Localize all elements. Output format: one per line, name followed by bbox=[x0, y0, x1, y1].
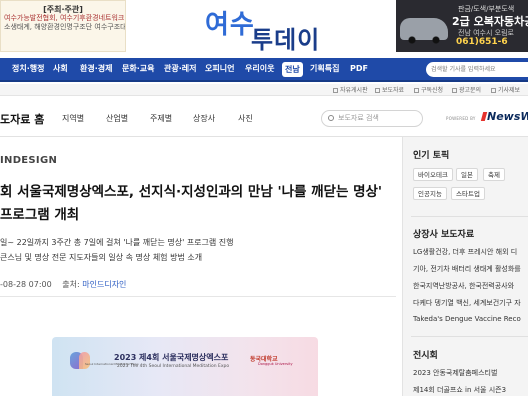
press-list-item[interactable]: LG생활건강, 더후 프레시안 해외 디 bbox=[413, 247, 517, 257]
popular-topics-heading: 인기 토픽 bbox=[413, 151, 450, 161]
utility-bar: 자유게시판 보도자료 구독신청 광고문의 기사제보 bbox=[0, 84, 528, 96]
poster-organizer-en: Dongguk University bbox=[258, 362, 293, 366]
util-label: 구독신청 bbox=[421, 87, 444, 94]
company-brand-logo: INDESIGN bbox=[0, 155, 58, 166]
press-list-item[interactable]: Takeda's Dengue Vaccine Reco bbox=[413, 315, 521, 323]
tab-region[interactable]: 지역별 bbox=[62, 113, 84, 124]
ad-heading: [주최·주관] bbox=[43, 5, 83, 14]
article-subheadline: 일~ 22일까지 3주간 총 7일에 걸쳐 '나를 깨닫는 명상' 프로그램 진… bbox=[0, 235, 234, 265]
subscribe-icon bbox=[414, 88, 419, 93]
tab-photo[interactable]: 사진 bbox=[238, 113, 253, 124]
press-search-placeholder: 보도자료 검색 bbox=[338, 114, 379, 122]
util-link-press[interactable]: 보도자료 bbox=[375, 85, 404, 94]
divider bbox=[0, 296, 396, 297]
press-list-item[interactable]: 기아, 전기차 배터리 생태계 활성화를 bbox=[413, 264, 521, 274]
press-release-section-bar: 도자료 홈 지역별 산업별 주제별 상장사 사진 보도자료 검색 POWERED… bbox=[0, 99, 528, 137]
logo-text-yeosu: 여수 bbox=[205, 10, 255, 40]
subheadline-line: 큰스님 및 명상 전문 지도자들의 일상 속 명상 체험 방법 소개 bbox=[0, 253, 203, 262]
report-icon bbox=[491, 88, 496, 93]
source-link[interactable]: 마인드디자인 bbox=[82, 280, 126, 289]
util-link-ads[interactable]: 광고문의 bbox=[452, 85, 481, 94]
ad-icon bbox=[452, 88, 457, 93]
tab-industry[interactable]: 산업별 bbox=[106, 113, 128, 124]
left-ad-banner[interactable]: [주최·주관] 여수가능발전협회, 여수기후환경네트워크, 소생태계, 해양환경… bbox=[0, 0, 126, 52]
press-search-input[interactable]: 보도자료 검색 bbox=[321, 110, 423, 127]
search-icon bbox=[328, 115, 334, 121]
listed-press-heading: 상장사 보도자료 bbox=[413, 230, 475, 240]
nav-item-tourism-leisure[interactable]: 관광·레저 bbox=[164, 58, 196, 80]
topic-chip[interactable]: 인공지능 bbox=[413, 187, 447, 200]
nav-item-environment-economy[interactable]: 환경·경제 bbox=[80, 58, 112, 80]
ad-text-line: 여수가능발전협회, 여수기후환경네트워크, bbox=[4, 14, 126, 22]
util-link-report[interactable]: 기사제보 bbox=[491, 85, 520, 94]
ad-text-line: 소생태계, 해양환경인명구조단 여수구조대 bbox=[4, 23, 126, 31]
util-label: 보도자료 bbox=[382, 87, 405, 94]
ad-phone: 061)651-6 bbox=[456, 37, 508, 47]
util-label: 광고문의 bbox=[459, 87, 482, 94]
tab-listed[interactable]: 상장사 bbox=[193, 113, 215, 124]
nav-item-special[interactable]: 기획특집 bbox=[310, 58, 339, 80]
exhibition-list-item[interactable]: 2023 안동국제탈춤페스티벌 bbox=[413, 368, 497, 378]
divider bbox=[411, 216, 528, 217]
util-label: 자유게시판 bbox=[340, 87, 368, 94]
ad-company-name: 2급 오복자동차공업 bbox=[452, 15, 528, 28]
article-headline: 회 서울국제명상엑스포, 선지식·지성인과의 만남 '나를 깨닫는 명상' 프로… bbox=[0, 184, 383, 223]
powered-by-label: POWERED BY bbox=[446, 116, 476, 121]
exhibition-heading: 전시회 bbox=[413, 351, 438, 361]
article-meta: -08-28 07:00 출처: 마인드디자인 bbox=[0, 279, 126, 290]
poster-subtitle: 2023 The 4th Seoul International Meditat… bbox=[117, 364, 230, 369]
topic-chip[interactable]: 스타트업 bbox=[451, 187, 485, 200]
press-list-item[interactable]: 한국지역난방공사, 한국전력공사와 bbox=[413, 281, 514, 291]
poster-title: 2023 제4회 서울국제명상엑스포 bbox=[114, 353, 229, 362]
main-nav: 정치·행정 사회 환경·경제 문화·교육 관광·레저 오피니언 우리이웃 전남 … bbox=[0, 58, 528, 82]
nav-search-input[interactable]: 검색할 기사를 입력하세요 bbox=[426, 62, 528, 77]
nav-item-pdf[interactable]: PDF bbox=[350, 58, 368, 80]
util-link-board[interactable]: 자유게시판 bbox=[333, 85, 368, 94]
expo-logo-mark-icon bbox=[79, 352, 90, 369]
newswire-logo[interactable]: NewsWir bbox=[480, 110, 528, 123]
nav-item-jeonnam[interactable]: 전남 bbox=[282, 62, 303, 77]
board-icon bbox=[333, 88, 338, 93]
util-link-subscribe[interactable]: 구독신청 bbox=[414, 85, 443, 94]
exhibition-list-item[interactable]: 제14회 더골프쇼 in 서울 시즌3 bbox=[413, 385, 506, 395]
tab-topic[interactable]: 주제별 bbox=[150, 113, 172, 124]
section-home-link[interactable]: 도자료 홈 bbox=[0, 111, 44, 127]
source-label: 출처: bbox=[62, 280, 80, 289]
press-list-item[interactable]: 다케다 뎅기열 백신, 세계보건기구 자 bbox=[413, 298, 521, 308]
right-ad-banner[interactable]: 판금/도색/부분도색 2급 오복자동차공업 전남 여수시 오림로 061)651… bbox=[396, 0, 528, 52]
subheadline-line: 일~ 22일까지 3주간 총 7일에 걸쳐 '나를 깨닫는 명상' 프로그램 진… bbox=[0, 238, 234, 247]
nav-item-society[interactable]: 사회 bbox=[53, 58, 68, 80]
util-label: 기사제보 bbox=[498, 87, 521, 94]
car-image bbox=[400, 18, 448, 44]
nav-item-culture-education[interactable]: 문화·교육 bbox=[122, 58, 154, 80]
logo-text-today: 투데이 bbox=[251, 25, 321, 54]
article-date: -08-28 07:00 bbox=[0, 280, 52, 289]
topic-chip[interactable]: 바이오테크 bbox=[413, 168, 453, 181]
top-banner: [주최·주관] 여수가능발전협회, 여수기후환경네트워크, 소생태계, 해양환경… bbox=[0, 0, 528, 58]
nav-item-neighbors[interactable]: 우리이웃 bbox=[245, 58, 274, 80]
document-icon bbox=[375, 88, 380, 93]
nav-item-politics[interactable]: 정치·행정 bbox=[12, 58, 44, 80]
expo-poster-image[interactable]: Seoul International Meditation Expo 2023… bbox=[52, 337, 318, 396]
divider bbox=[411, 336, 528, 337]
right-sidebar: 인기 토픽 바이오테크 일본 축제 인공지능 스타트업 상장사 보도자료 LG생… bbox=[402, 137, 528, 396]
site-logo[interactable]: 여수 투데이 bbox=[205, 4, 335, 54]
nav-item-opinion[interactable]: 오피니언 bbox=[205, 58, 234, 80]
topic-chip[interactable]: 축제 bbox=[483, 168, 505, 181]
topic-chip[interactable]: 일본 bbox=[456, 168, 478, 181]
newswire-text: NewsWir bbox=[487, 110, 528, 123]
